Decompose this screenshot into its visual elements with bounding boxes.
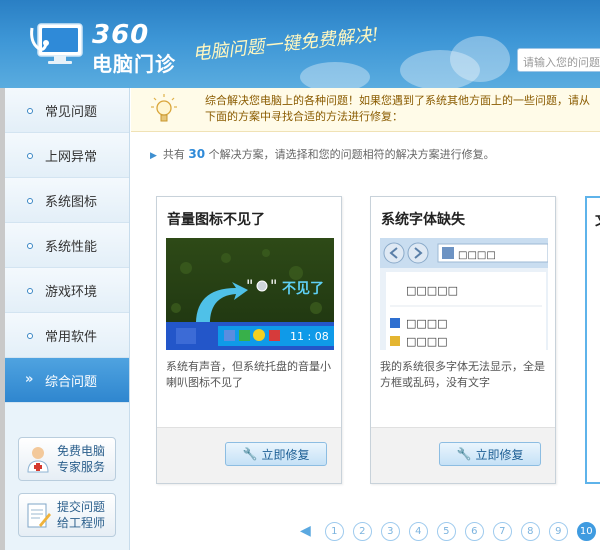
page-button[interactable]: 9: [548, 521, 568, 541]
page-button[interactable]: 7: [492, 521, 512, 541]
solution-summary: ▶ 共有 30 个解决方案，请选择和您的问题相符的解决方案进行修复。: [150, 146, 495, 162]
active-arrow-icon: »: [25, 372, 34, 387]
sidebar-item-performance[interactable]: 系统性能: [5, 223, 129, 268]
expert-service-line1: 免费电脑: [57, 444, 106, 458]
sidebar-item-label: 游戏环境: [45, 284, 98, 300]
fix-now-button[interactable]: 🔧 立即修复: [439, 442, 541, 466]
app-header: 360 电脑门诊 电脑问题一键免费解决! 请输入您的问题: [0, 0, 600, 88]
fix-now-label: 立即修复: [475, 447, 524, 462]
page-button[interactable]: 8: [520, 521, 540, 541]
bullet-icon: [27, 288, 33, 294]
page-button[interactable]: 3: [380, 521, 400, 541]
shot-missing-label: 不见了: [282, 281, 324, 297]
prev-page-icon[interactable]: ◀: [300, 523, 311, 539]
submit-question-button[interactable]: 提交问题 给工程师: [18, 493, 116, 537]
shot-address: □□□□: [458, 250, 496, 261]
sidebar: 常见问题 上网异常 系统图标 系统性能 游戏环境 常用软件 » 综合问题 免费电…: [5, 88, 130, 550]
pagination: ◀ 1 2 3 4 5 6 7 8 9 10: [300, 520, 600, 542]
expert-service-button[interactable]: 免费电脑 专家服务: [18, 437, 116, 481]
sidebar-item-label: 常用软件: [45, 329, 98, 345]
shot-line-3: □□□□: [406, 335, 448, 348]
bullet-icon: [27, 198, 33, 204]
page-button-current[interactable]: 10: [576, 521, 596, 541]
wrench-icon: 🔧: [456, 447, 472, 461]
logo-title: 电脑门诊: [92, 52, 176, 76]
submit-question-line1: 提交问题: [57, 500, 106, 514]
logo-360: 360: [92, 20, 150, 50]
card-screenshot-fonts: □□□□ □□□□□ □□□□ □□□□: [380, 238, 548, 350]
bullet-icon: [27, 108, 33, 114]
bullet-icon: [27, 243, 33, 249]
solution-card-partial[interactable]: 文: [585, 196, 600, 484]
sidebar-item-label: 常见问题: [45, 104, 98, 120]
card-description: 我的系统很多字体无法显示，全是方框或乱码，没有文字: [380, 360, 545, 389]
sidebar-item-common[interactable]: 常见问题: [5, 88, 129, 133]
shot-line-2: □□□□: [406, 317, 448, 330]
card-footer: 🔧 立即修复: [157, 427, 341, 483]
card-title: 文: [595, 210, 600, 230]
info-banner: 综合解决您电脑上的各种问题！如果您遇到了系统其他方面上的一些问题，请从下面的方案…: [131, 88, 600, 132]
bullet-icon: [27, 153, 33, 159]
summary-prefix: 共有: [162, 148, 185, 161]
page-button[interactable]: 1: [324, 521, 344, 541]
sidebar-item-label: 系统图标: [45, 194, 98, 210]
svg-text:": ": [246, 276, 253, 295]
shot-clock: 11 : 08: [290, 330, 329, 343]
solution-card[interactable]: 音量图标不见了 " " 不见了 11: 08 系统有声音，但系统托盘的音量小喇…: [156, 196, 342, 484]
card-description: 系统有声音，但系统托盘的音量小喇叭图标不见了: [166, 360, 331, 389]
card-title: 系统字体缺失: [381, 212, 465, 228]
document-edit-icon: [27, 503, 51, 528]
sidebar-item-general[interactable]: » 综合问题: [5, 358, 129, 403]
header-slogan: 电脑问题一键免费解决!: [191, 24, 380, 65]
sidebar-item-software[interactable]: 常用软件: [5, 313, 129, 358]
summary-suffix: 个解决方案，请选择和您的问题相符的解决方案进行修复。: [208, 148, 495, 161]
search-input[interactable]: 请输入您的问题: [517, 48, 600, 72]
sidebar-item-icons[interactable]: 系统图标: [5, 178, 129, 223]
wrench-icon: 🔧: [242, 447, 258, 461]
fix-now-button[interactable]: 🔧 立即修复: [225, 442, 327, 466]
sidebar-item-games[interactable]: 游戏环境: [5, 268, 129, 313]
cloud-decoration: [450, 36, 510, 82]
card-title: 音量图标不见了: [167, 212, 265, 228]
lightbulb-icon: [151, 94, 177, 122]
sidebar-item-label: 系统性能: [45, 239, 98, 255]
sidebar-item-label: 综合问题: [45, 374, 98, 390]
triangle-bullet-icon: ▶: [150, 151, 157, 161]
svg-text:": ": [270, 276, 277, 295]
solution-count: 30: [188, 147, 206, 161]
submit-question-line2: 给工程师: [57, 516, 106, 530]
page-button[interactable]: 4: [408, 521, 428, 541]
shot-line-1: □□□□□: [406, 284, 458, 297]
doctor-icon: [27, 447, 49, 473]
bullet-icon: [27, 333, 33, 339]
fix-now-label: 立即修复: [261, 447, 310, 462]
page-button[interactable]: 6: [464, 521, 484, 541]
solution-card[interactable]: 系统字体缺失 □□□□ □□□□□ □□□□ □□□□ 我的系统很多字体无法显示…: [370, 196, 556, 484]
sidebar-item-label: 上网异常: [45, 149, 98, 165]
banner-text: 综合解决您电脑上的各种问题！如果您遇到了系统其他方面上的一些问题，请从下面的方案…: [205, 94, 590, 123]
sidebar-item-network[interactable]: 上网异常: [5, 133, 129, 178]
card-footer: 🔧 立即修复: [371, 427, 555, 483]
page-button[interactable]: 2: [352, 521, 372, 541]
page-button[interactable]: 5: [436, 521, 456, 541]
cloud-decoration: [300, 62, 370, 88]
card-screenshot-volume: " " 不见了 11 : 08: [166, 238, 334, 350]
expert-service-line2: 专家服务: [57, 460, 106, 474]
monitor-logo-icon: [30, 23, 83, 64]
